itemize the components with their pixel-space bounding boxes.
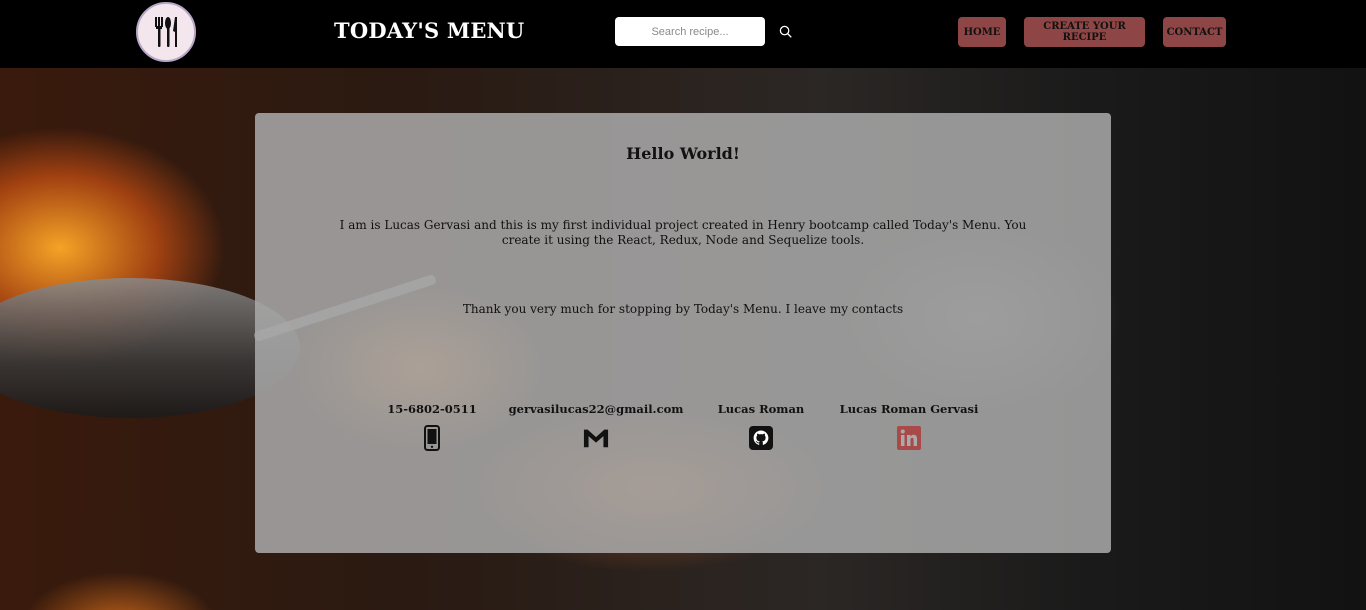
contact-phone: 15-6802-0511 (387, 402, 477, 451)
gmail-icon[interactable] (583, 425, 609, 451)
about-paragraph: I am is Lucas Gervasi and this is my fir… (339, 218, 1027, 247)
phone-icon[interactable] (419, 425, 445, 451)
search-input[interactable] (615, 17, 765, 46)
nav-home-button[interactable]: HOME (958, 17, 1006, 47)
about-card: Hello World! I am is Lucas Gervasi and t… (255, 113, 1111, 553)
logo[interactable] (136, 2, 196, 62)
contact-linkedin: Lucas Roman Gervasi (840, 402, 978, 451)
contact-github: Lucas Roman (717, 402, 805, 451)
linkedin-icon[interactable] (896, 425, 922, 451)
contact-github-label: Lucas Roman (717, 402, 805, 416)
site-title: TODAY'S MENU (334, 18, 525, 43)
cutlery-icon (155, 17, 177, 47)
contact-phone-label: 15-6802-0511 (387, 402, 477, 416)
search-icon (779, 25, 792, 38)
github-icon[interactable] (748, 425, 774, 451)
nav-contact-button[interactable]: CONTACT (1163, 17, 1226, 47)
contact-linkedin-label: Lucas Roman Gervasi (839, 402, 979, 416)
search-button[interactable] (776, 22, 794, 40)
contact-email-label: gervasilucas22@gmail.com (508, 402, 684, 416)
nav-create-recipe-button[interactable]: CREATE YOUR RECIPE (1024, 17, 1145, 47)
contact-email: gervasilucas22@gmail.com (509, 402, 683, 451)
top-navbar: TODAY'S MENU HOME CREATE YOUR RECIPE CON… (0, 0, 1366, 68)
thanks-paragraph: Thank you very much for stopping by Toda… (462, 302, 904, 316)
card-title: Hello World! (626, 144, 740, 163)
